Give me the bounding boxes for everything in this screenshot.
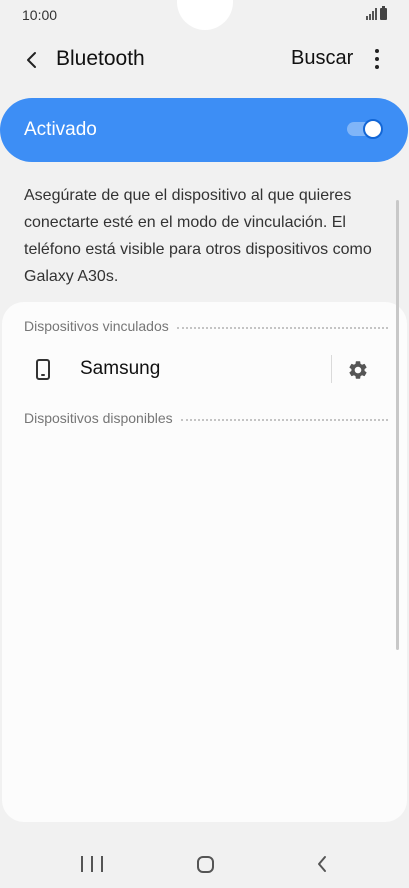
device-name: Samsung bbox=[80, 358, 161, 379]
signal-icon bbox=[366, 8, 377, 20]
chevron-left-icon bbox=[27, 52, 36, 68]
app-bar: Bluetooth Buscar bbox=[0, 36, 409, 82]
paired-devices-title: Dispositivos vinculados bbox=[24, 318, 169, 334]
phone-icon bbox=[36, 359, 50, 380]
status-time: 10:00 bbox=[22, 7, 58, 23]
scrollbar[interactable] bbox=[396, 200, 399, 650]
bluetooth-settings-screen: 10:00 Bluetooth Buscar Activado Asegúrat… bbox=[0, 0, 409, 888]
bluetooth-toggle[interactable] bbox=[347, 119, 383, 139]
device-list-card: Dispositivos vinculados Samsung Disposit… bbox=[2, 302, 407, 822]
navigation-bar bbox=[0, 838, 409, 888]
paired-devices-header: Dispositivos vinculados bbox=[24, 316, 388, 336]
bluetooth-master-switch[interactable]: Activado bbox=[0, 98, 408, 162]
available-devices-title: Dispositivos disponibles bbox=[24, 410, 173, 426]
battery-icon bbox=[380, 6, 387, 20]
visibility-description: Asegúrate de que el dispositivo al que q… bbox=[24, 187, 372, 285]
toggle-knob bbox=[363, 119, 383, 139]
device-settings-button[interactable] bbox=[344, 356, 372, 384]
status-icons bbox=[366, 6, 387, 20]
home-button[interactable] bbox=[197, 856, 214, 873]
more-options-icon[interactable] bbox=[366, 44, 388, 74]
row-divider bbox=[331, 355, 332, 383]
back-button[interactable] bbox=[18, 46, 46, 74]
master-switch-label: Activado bbox=[24, 119, 97, 140]
camera-notch bbox=[177, 0, 233, 30]
page-title: Bluetooth bbox=[56, 47, 145, 70]
status-bar: 10:00 bbox=[0, 0, 409, 30]
paired-device-row[interactable]: Samsung bbox=[2, 346, 407, 394]
search-button[interactable]: Buscar bbox=[291, 47, 353, 70]
section-divider bbox=[176, 326, 388, 329]
back-arrow-icon bbox=[318, 856, 326, 872]
recent-apps-button[interactable] bbox=[81, 856, 103, 872]
nav-back-button[interactable] bbox=[312, 854, 332, 874]
gear-icon bbox=[349, 361, 367, 379]
available-devices-header: Dispositivos disponibles bbox=[24, 408, 388, 428]
section-divider bbox=[180, 418, 388, 421]
